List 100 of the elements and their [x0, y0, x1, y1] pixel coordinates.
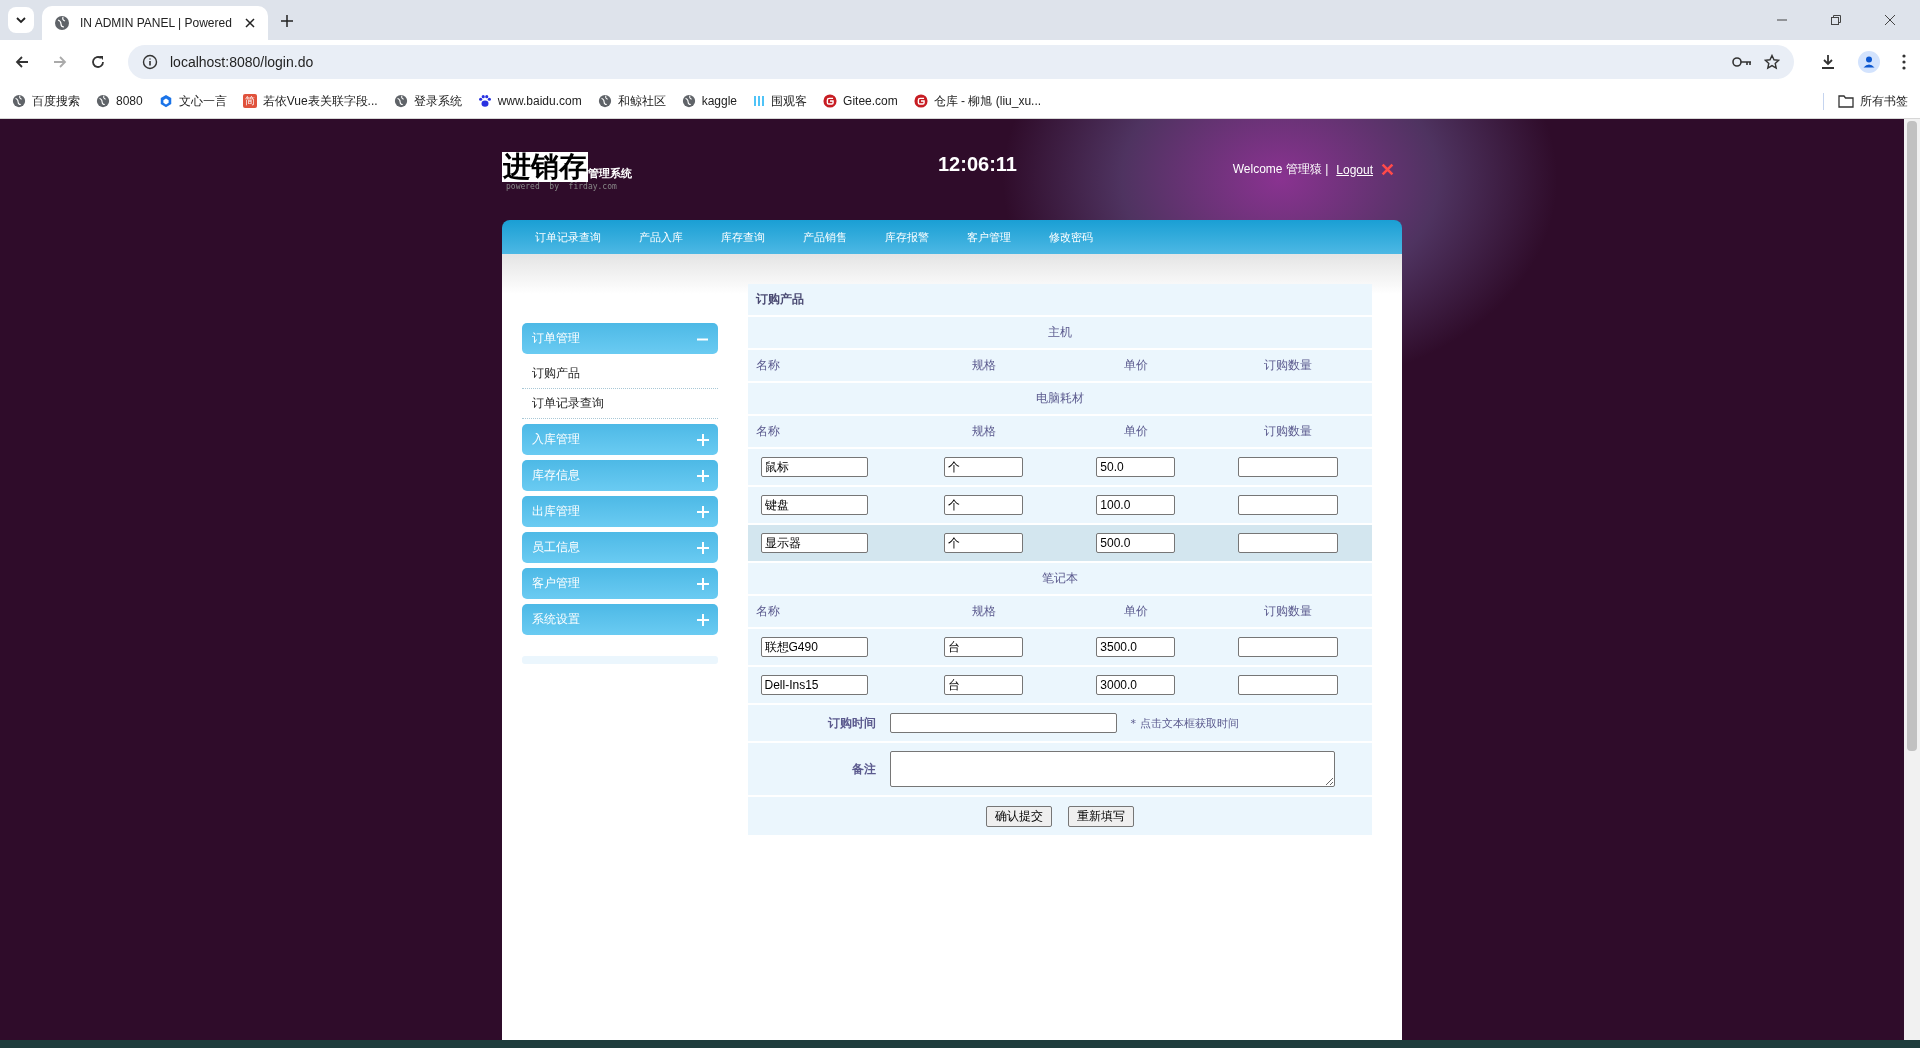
bookmark[interactable]: 百度搜索: [12, 92, 80, 110]
section-title: 电脑耗材: [1035, 390, 1084, 407]
bookmark[interactable]: 围观客: [753, 92, 808, 110]
quantity-field[interactable]: [1237, 457, 1338, 477]
back-icon[interactable]: [14, 54, 30, 70]
plus-icon: [696, 469, 709, 482]
globe-icon: [393, 94, 408, 108]
quantity-field[interactable]: [1237, 675, 1338, 695]
key-icon[interactable]: [1732, 56, 1752, 68]
menu-icon[interactable]: [1902, 54, 1906, 70]
gitee-logo-icon: [913, 94, 928, 108]
bars-icon: [753, 94, 766, 108]
bookmark[interactable]: 仓库 - 柳旭 (liu_xu...: [913, 92, 1042, 110]
order-time-hint: * 点击文本框获取时间: [1130, 715, 1239, 731]
unit-field[interactable]: 个: [944, 495, 1024, 515]
unit-field[interactable]: 台: [944, 675, 1024, 695]
unit-field[interactable]: 个: [944, 533, 1024, 553]
tab-title: IN ADMIN PANEL | Powered: [80, 16, 233, 30]
new-tab-icon[interactable]: [280, 14, 294, 28]
plus-icon: [696, 577, 709, 590]
column-header: 单价: [1123, 423, 1148, 440]
address-bar[interactable]: localhost:8080/login.do: [128, 45, 1794, 79]
order-time-label: 订购时间: [826, 714, 876, 732]
column-header: 单价: [1123, 357, 1148, 374]
bookmark[interactable]: kaggle: [681, 94, 738, 108]
globe-icon: [12, 94, 26, 108]
bookmark-favicon: 简: [242, 94, 257, 108]
clock-text: 12:06:11: [938, 153, 1017, 176]
price-field[interactable]: 500.0: [1096, 533, 1176, 553]
star-icon[interactable]: [1764, 54, 1780, 70]
bookmark-label: Gitee.com: [843, 94, 898, 108]
name-field[interactable]: 联想G490: [760, 637, 868, 657]
column-header: 订购数量: [1263, 603, 1312, 620]
restore-icon[interactable]: [1830, 14, 1842, 26]
column-header: 订购数量: [1263, 423, 1312, 440]
sidebar-link[interactable]: 订单记录查询: [522, 389, 718, 419]
powered-by-text: powered by firday.com: [506, 182, 618, 191]
column-header: 名称: [755, 603, 780, 620]
globe-icon: [597, 94, 612, 108]
bookmark-label: kaggle: [701, 94, 738, 108]
welcome-text: Welcome 管理猿 |: [1232, 161, 1329, 178]
bookmark-label: www.baidu.com: [497, 94, 582, 108]
all-bookmarks-button[interactable]: 所有书签: [1823, 92, 1908, 110]
download-icon[interactable]: [1820, 54, 1836, 70]
price-field[interactable]: 50.0: [1096, 457, 1176, 477]
plus-icon: [696, 433, 709, 446]
quantity-field[interactable]: [1237, 533, 1338, 553]
bookmark-label: 登录系统: [413, 92, 462, 110]
close-icon[interactable]: [1884, 14, 1896, 26]
bookmark[interactable]: 8080: [96, 94, 143, 108]
bookmark[interactable]: www.baidu.com: [477, 94, 582, 108]
name-field[interactable]: 鼠标: [760, 457, 868, 477]
reload-icon[interactable]: [90, 54, 106, 70]
scrollbar-thumb[interactable]: [1907, 121, 1917, 751]
scrollbar[interactable]: [1904, 119, 1920, 1040]
browser-tab[interactable]: IN ADMIN PANEL | Powered: [42, 6, 268, 40]
price-field[interactable]: 3000.0: [1096, 675, 1176, 695]
bookmark[interactable]: 简 若依Vue表关联字段...: [242, 92, 378, 110]
price-field[interactable]: 3500.0: [1096, 637, 1176, 657]
bookmark-label: 若依Vue表关联字段...: [262, 92, 378, 110]
bookmark[interactable]: 文心一言: [158, 92, 227, 110]
name-field[interactable]: 键盘: [760, 495, 868, 515]
column-header: 名称: [755, 423, 780, 440]
close-icon[interactable]: [244, 17, 256, 29]
bookmark-label: 百度搜索: [32, 92, 80, 110]
note-label: 备注: [850, 760, 876, 778]
globe-icon: [681, 94, 696, 108]
bookmark-label: 和鲸社区: [617, 92, 666, 110]
bookmark[interactable]: 和鲸社区: [597, 92, 666, 110]
sidebar-link[interactable]: 订购产品: [522, 359, 718, 389]
column-header: 单价: [1123, 603, 1148, 620]
quantity-field[interactable]: [1237, 637, 1338, 657]
note-field[interactable]: [889, 751, 1335, 787]
order-time-field[interactable]: [889, 713, 1117, 733]
unit-field[interactable]: 台: [944, 637, 1024, 657]
bookmark-label: 所有书签: [1860, 92, 1908, 110]
name-field[interactable]: Dell-Ins15: [760, 675, 868, 695]
price-field[interactable]: 100.0: [1096, 495, 1176, 515]
bookmark[interactable]: Gitee.com: [823, 94, 898, 108]
form-button[interactable]: 确认提交: [985, 805, 1052, 827]
paw-icon: [477, 94, 492, 108]
cube-icon: [158, 94, 173, 108]
bookmark-label: 文心一言: [178, 92, 227, 110]
unit-field[interactable]: 个: [944, 457, 1024, 477]
logout-link[interactable]: Logout: [1336, 162, 1373, 177]
section-title: 笔记本: [1041, 570, 1078, 587]
bookmark-label: 围观客: [771, 92, 808, 110]
bookmark[interactable]: 登录系统: [393, 92, 462, 110]
bookmark-label: 仓库 - 柳旭 (liu_xu...: [933, 92, 1042, 110]
plus-icon: [696, 613, 709, 626]
name-field[interactable]: 显示器: [760, 533, 868, 553]
gitee-logo-icon: [823, 94, 838, 108]
quantity-field[interactable]: [1237, 495, 1338, 515]
form-button[interactable]: 重新填写: [1067, 805, 1134, 827]
info-icon: [142, 54, 158, 70]
plus-icon: [696, 541, 709, 554]
profile-icon[interactable]: [1858, 51, 1880, 73]
tab-search-button[interactable]: [8, 7, 34, 33]
column-header: 规格: [971, 357, 996, 374]
chevron-down-icon: [15, 14, 27, 26]
